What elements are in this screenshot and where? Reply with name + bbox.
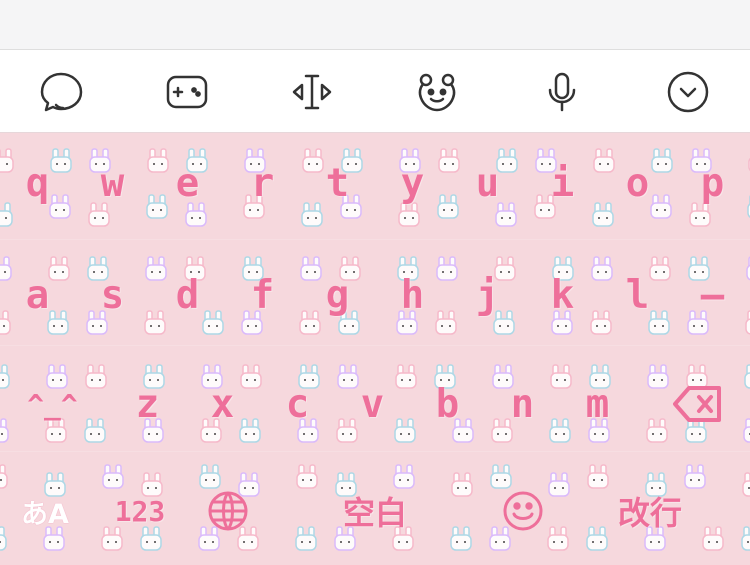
key-p[interactable]: p <box>675 133 750 233</box>
shift-key[interactable]: ^_^ <box>15 354 90 454</box>
key-i[interactable]: i <box>525 133 600 233</box>
microphone-icon[interactable] <box>535 65 589 119</box>
text-cursor-icon[interactable] <box>285 65 339 119</box>
key-w[interactable]: w <box>75 133 150 233</box>
chevron-down-icon[interactable] <box>661 65 715 119</box>
keyboard-toolbar <box>0 50 750 133</box>
emoji-icon <box>503 491 542 531</box>
globe-icon <box>208 491 247 531</box>
bunny-icon <box>0 417 12 445</box>
key-j[interactable]: j <box>450 245 525 345</box>
top-bar <box>0 0 750 50</box>
keyboard-area: q w e r t y u i o p a s d f g h j k l — … <box>0 133 750 565</box>
backspace-key[interactable] <box>658 354 738 454</box>
key-n[interactable]: n <box>485 354 560 454</box>
key-m[interactable]: m <box>560 354 635 454</box>
key-g[interactable]: g <box>300 245 375 345</box>
bunny-icon <box>738 525 750 553</box>
globe-key[interactable] <box>190 461 265 561</box>
backspace-icon <box>673 386 721 422</box>
key-h[interactable]: h <box>375 245 450 345</box>
key-o[interactable]: o <box>600 133 675 233</box>
key-d[interactable]: d <box>150 245 225 345</box>
key-z[interactable]: z <box>110 354 185 454</box>
space-key[interactable]: 空白 <box>290 461 460 561</box>
return-key[interactable]: 改行 <box>590 461 710 561</box>
key-l[interactable]: l <box>600 245 675 345</box>
key-s[interactable]: s <box>75 245 150 345</box>
key-x[interactable]: x <box>185 354 260 454</box>
gamepad-icon[interactable] <box>160 65 214 119</box>
key-a[interactable]: a <box>0 245 75 345</box>
bear-face-icon[interactable] <box>410 65 464 119</box>
key-v[interactable]: v <box>335 354 410 454</box>
bunny-icon <box>741 363 750 391</box>
key-e[interactable]: e <box>150 133 225 233</box>
key-dash[interactable]: — <box>675 245 750 345</box>
bunny-icon <box>740 417 750 445</box>
bunny-icon <box>739 471 750 499</box>
key-t[interactable]: t <box>300 133 375 233</box>
key-r[interactable]: r <box>225 133 300 233</box>
chat-bubble-icon[interactable] <box>34 65 88 119</box>
key-k[interactable]: k <box>525 245 600 345</box>
emoji-key[interactable] <box>485 461 560 561</box>
kana-toggle-key[interactable]: あA <box>0 461 90 561</box>
key-b[interactable]: b <box>410 354 485 454</box>
key-q[interactable]: q <box>0 133 75 233</box>
bunny-icon <box>0 363 13 391</box>
key-c[interactable]: c <box>260 354 335 454</box>
key-f[interactable]: f <box>225 245 300 345</box>
number-key[interactable]: 123 <box>95 461 185 561</box>
key-y[interactable]: y <box>375 133 450 233</box>
key-u[interactable]: u <box>450 133 525 233</box>
